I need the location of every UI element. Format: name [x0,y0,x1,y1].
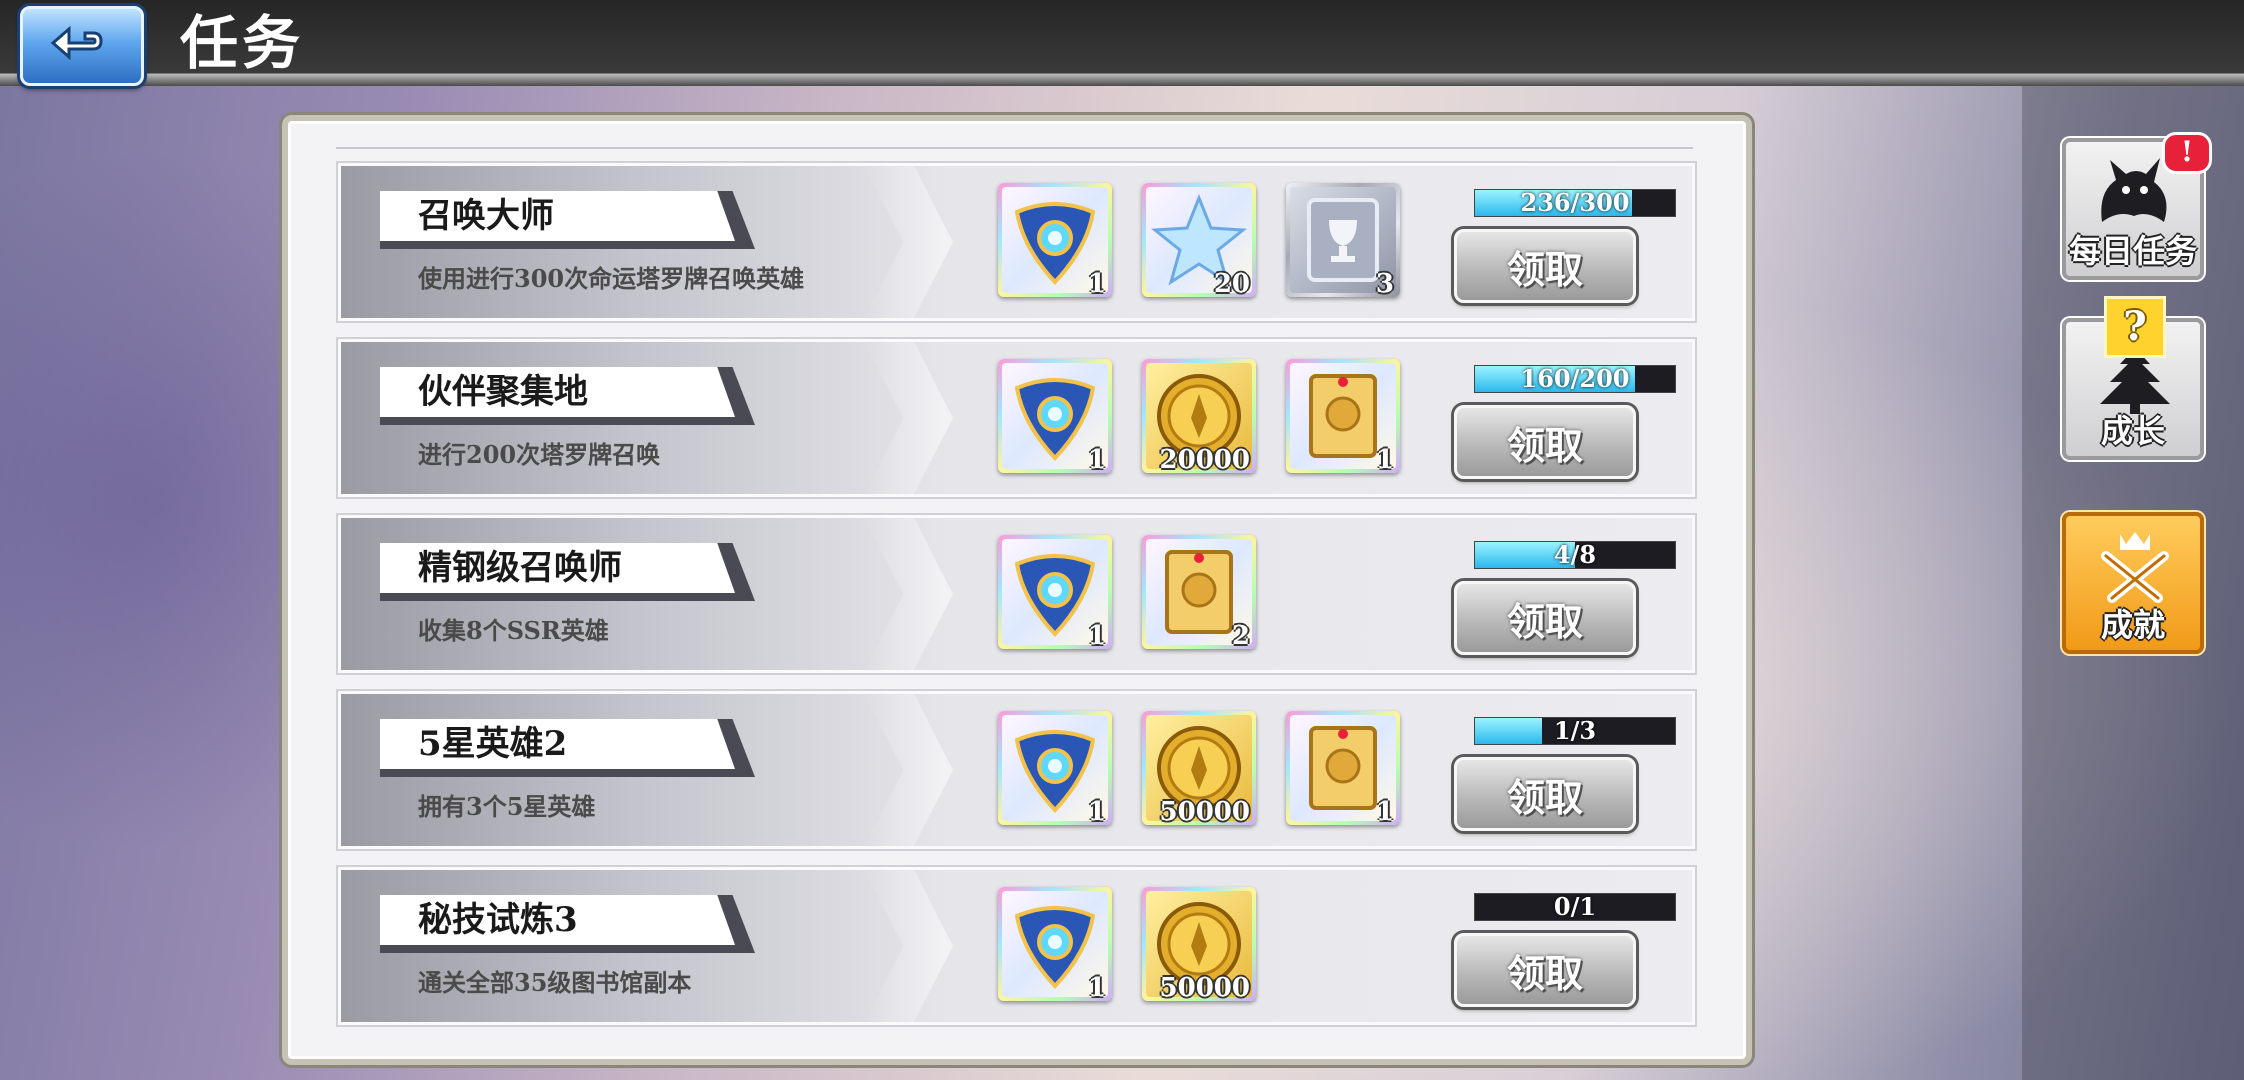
claim-button[interactable]: 领取 [1454,757,1636,831]
task-description: 拥有3个5星英雄 [418,792,596,821]
reward-item[interactable]: 20000 [1142,359,1256,475]
reward-count: 1 [1375,445,1394,475]
reward-count: 1 [1087,269,1106,299]
claim-button[interactable]: 领取 [1454,405,1636,479]
task-name: 秘技试炼3 [418,900,578,940]
claim-button[interactable]: 领取 [1454,933,1636,1007]
chevron-decoration [863,163,953,321]
progress-text: 0/1 [1553,892,1597,921]
reward-count: 1 [1087,797,1106,827]
reward-count: 50000 [1159,973,1250,1003]
progress-text: 236/300 [1520,188,1630,217]
reward-count: 2 [1231,621,1250,651]
reward-item[interactable]: 50000 [1142,711,1256,827]
task-name: 精钢级召唤师 [418,548,622,588]
alert-badge: ! [2162,132,2212,174]
progress-text: 4/8 [1553,540,1597,569]
reward-item[interactable]: 1 [1286,711,1400,827]
chevron-decoration [863,515,953,673]
task-description: 使用进行300次命运塔罗牌召唤英雄 [418,264,805,293]
reward-item[interactable]: 1 [998,183,1112,299]
side-tab-bar: 每日任务 ! 成长 ? 成就 [2022,86,2244,1080]
tab-achievements[interactable]: 成就 [2062,512,2204,654]
task-name: 召唤大师 [418,196,554,236]
claim-button[interactable]: 领取 [1454,229,1636,303]
task-description: 收集8个SSR英雄 [418,616,609,645]
task-row: 召唤大师使用进行300次命运塔罗牌召唤英雄 1 20 3 236/300 领取 [336,161,1697,323]
crossed-swords-crown-icon [2101,532,2169,603]
back-arrow-icon [50,25,103,61]
progress-text: 1/3 [1553,716,1597,745]
page-title: 任务 [180,9,305,77]
reward-item[interactable]: 50000 [1142,887,1256,1003]
tab-label: 每日任务 [2068,232,2197,270]
chevron-decoration [863,867,953,1025]
progress-bar: 4/8 [1474,541,1676,569]
back-button[interactable] [20,6,144,86]
reward-count: 50000 [1159,797,1250,827]
task-row: 精钢级召唤师收集8个SSR英雄 1 2 4/8 领取 [336,513,1697,675]
task-name: 伙伴聚集地 [418,372,588,412]
reward-count: 20000 [1159,445,1250,475]
tab-growth[interactable]: 成长 ? [2062,296,2204,460]
reward-count: 1 [1087,445,1106,475]
reward-item[interactable]: 3 [1286,183,1400,299]
task-description: 通关全部35级图书馆副本 [418,968,692,997]
question-badge: ? [2104,296,2166,358]
tab-label: 成就 [2100,606,2165,644]
reward-count: 1 [1087,621,1106,651]
task-row: 伙伴聚集地进行200次塔罗牌召唤 1 20000 1 160/200 领取 [336,337,1697,499]
divider [336,147,1693,149]
reward-item[interactable]: 1 [998,359,1112,475]
reward-item[interactable]: 2 [1142,535,1256,651]
progress-text: 160/200 [1520,364,1630,393]
reward-item[interactable]: 1 [998,711,1112,827]
task-panel: 召唤大师 使用进行300次命运塔罗牌召唤英雄 1 20 3 236/300 领取 伙伴聚集地进… [282,115,1752,1065]
progress-bar: 1/3 [1474,717,1676,745]
reward-item[interactable]: 1 [998,535,1112,651]
top-bar: 任务 [0,0,2244,86]
reward-item[interactable]: 1 [1286,359,1400,475]
chevron-decoration [863,339,953,497]
task-row: 秘技试炼3 通关全部35级图书馆副本 1 50000 0/1 领取 [336,865,1697,1027]
task-name: 5星英雄2 [418,724,568,764]
tab-label: 成长 [2100,412,2165,450]
task-description: 进行200次塔罗牌召唤 [418,440,661,469]
claim-button[interactable]: 领取 [1454,581,1636,655]
reward-count: 20 [1213,269,1250,299]
reward-item[interactable]: 20 [1142,183,1256,299]
progress-bar: 0/1 [1474,893,1676,921]
progress-bar: 236/300 [1474,189,1676,217]
tab-daily-tasks[interactable]: 每日任务 ! [2062,132,2212,280]
chevron-decoration [863,691,953,849]
reward-item[interactable]: 1 [998,887,1112,1003]
reward-count: 1 [1375,797,1394,827]
task-row: 5星英雄2 拥有3个5星英雄 1 50000 1 1/3 领取 [336,689,1697,851]
reward-count: 1 [1087,973,1106,1003]
progress-bar: 160/200 [1474,365,1676,393]
reward-count: 3 [1375,269,1394,299]
